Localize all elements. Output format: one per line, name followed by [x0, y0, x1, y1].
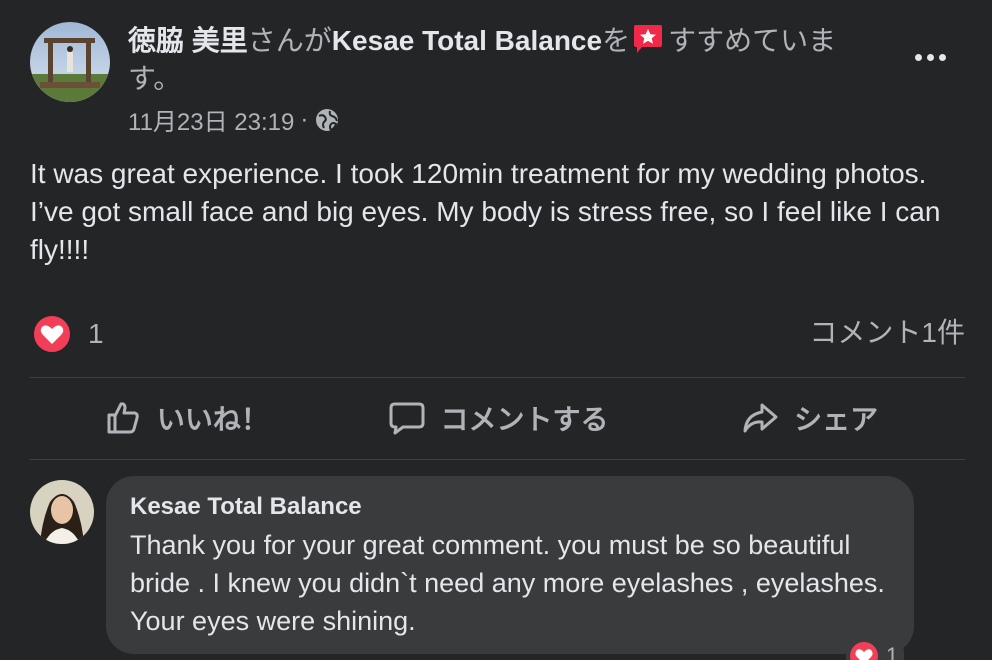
comment-bubble-icon: [389, 402, 424, 435]
comment-count-link[interactable]: コメント1件: [809, 314, 965, 352]
globe-icon: [314, 107, 340, 133]
commenter-avatar[interactable]: [30, 480, 94, 544]
love-reaction-icon: [848, 640, 880, 660]
share-button[interactable]: シェア: [653, 378, 965, 458]
comment-label: コメントする: [440, 404, 609, 435]
comment-bubble: Kesae Total Balance Thank you for your g…: [106, 476, 914, 654]
recommend-icon: [632, 24, 664, 54]
page-name-link[interactable]: Kesae Total Balance: [332, 25, 602, 56]
more-options-button[interactable]: [906, 42, 954, 72]
share-label: シェア: [794, 404, 879, 435]
dot-icon: [926, 53, 934, 61]
post-meta: 11月23日 23:19 ·: [128, 102, 340, 137]
post-header: 徳脇 美里さんがKesae Total Balanceを すすめています。: [128, 22, 888, 98]
divider: [30, 459, 965, 460]
reaction-summary[interactable]: 1: [32, 314, 104, 354]
san-ga-text: さんが: [247, 25, 332, 56]
dot-icon: [938, 53, 946, 61]
timestamp[interactable]: 11月23日 23:19: [128, 102, 294, 137]
dot-icon: [914, 53, 922, 61]
comment-button[interactable]: コメントする: [342, 378, 654, 458]
thumbs-up-icon: [107, 402, 139, 434]
comment-reaction-badge[interactable]: 1: [846, 638, 905, 660]
author-name[interactable]: 徳脇 美里: [128, 25, 248, 56]
comment-text: Thank you for your great comment. you mu…: [130, 530, 885, 636]
love-reaction-icon: [32, 314, 72, 354]
comment-author[interactable]: Kesae Total Balance: [130, 492, 890, 522]
wo-text: を: [602, 25, 631, 56]
reaction-count: 1: [88, 318, 104, 349]
facebook-post: 徳脇 美里さんがKesae Total Balanceを すすめています。 11月…: [0, 0, 992, 660]
comment-reaction-count: 1: [886, 643, 899, 660]
like-label: いいね！: [156, 404, 269, 435]
action-bar: いいね！ コメントする シェア: [30, 378, 965, 458]
post-body-text: It was great experience. I took 120min t…: [30, 158, 941, 265]
share-arrow-icon: [743, 403, 778, 433]
meta-separator: ·: [300, 105, 309, 133]
author-avatar[interactable]: [30, 22, 110, 102]
like-button[interactable]: いいね！: [30, 378, 342, 458]
